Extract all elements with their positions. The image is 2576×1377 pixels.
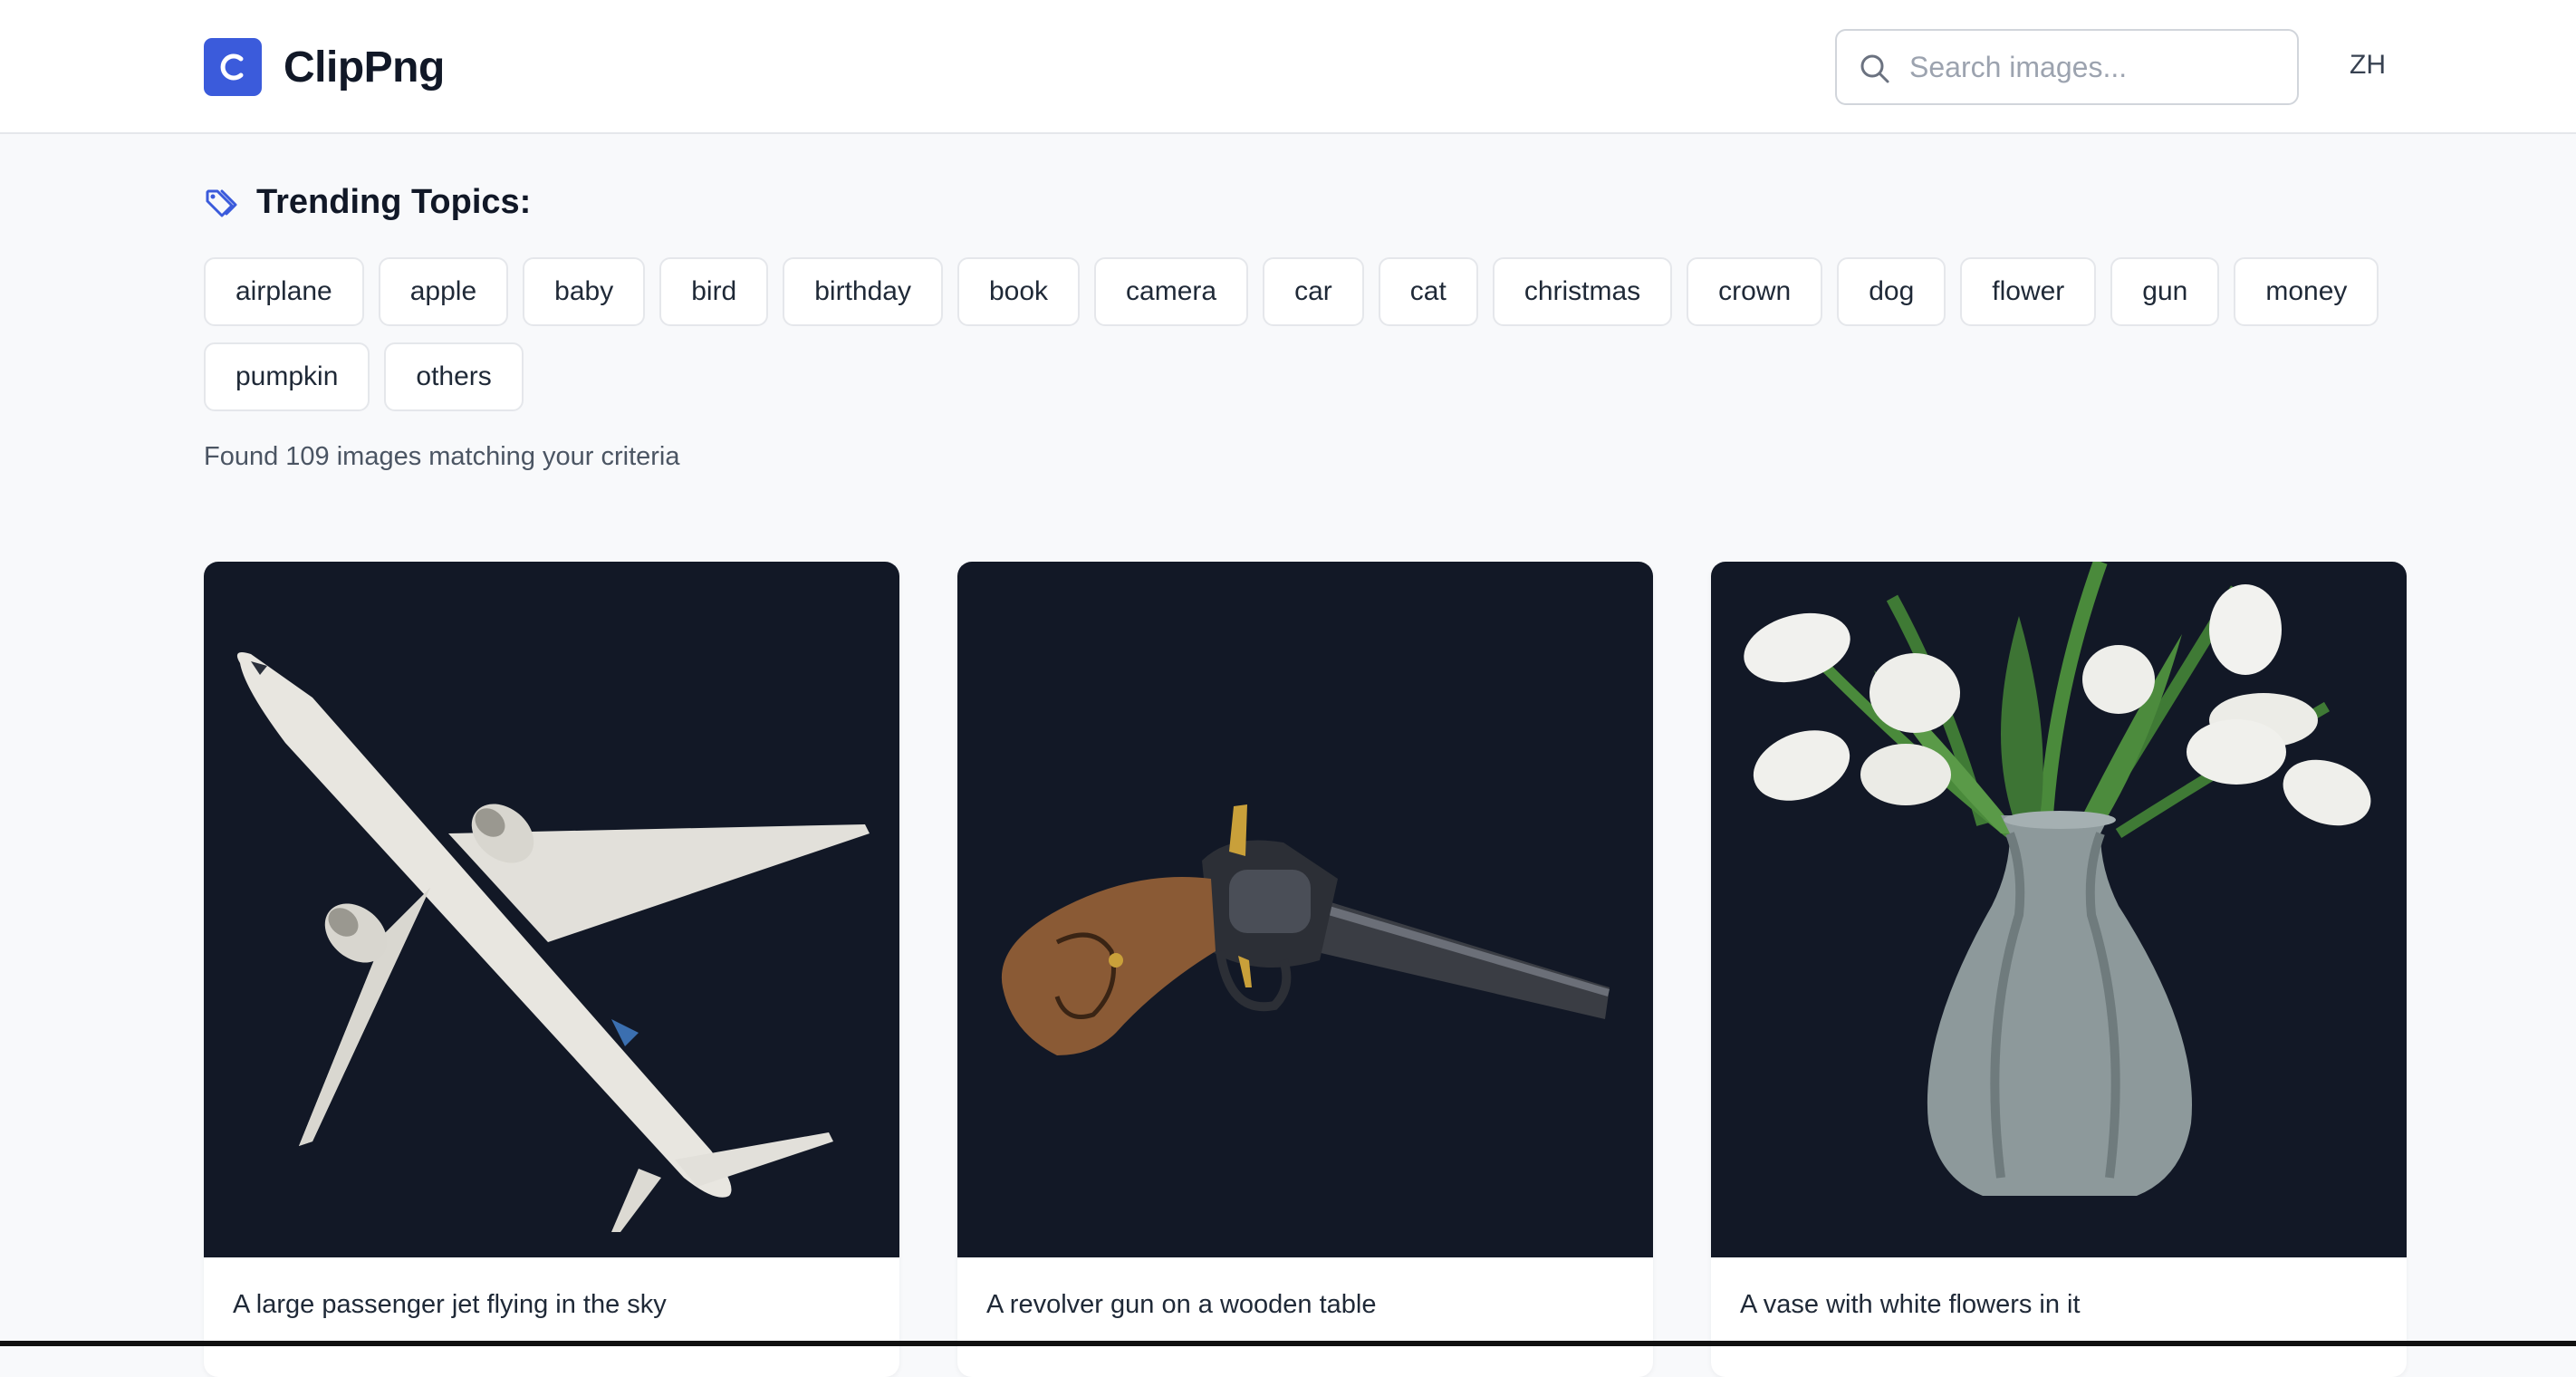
topic-chip-book[interactable]: book bbox=[956, 257, 1081, 326]
card-caption: A vase with white flowers in it bbox=[1740, 1290, 2081, 1319]
image-card[interactable]: A vase with white flowers in it bbox=[1711, 562, 2407, 1377]
image-thumbnail-airplane[interactable] bbox=[204, 562, 899, 1257]
topic-chip-camera[interactable]: camera bbox=[1094, 257, 1249, 326]
language-toggle[interactable]: ZH bbox=[2350, 50, 2386, 81]
window-bottom-edge bbox=[0, 1341, 2576, 1346]
image-thumbnail-revolver[interactable] bbox=[957, 562, 1653, 1257]
image-thumbnail-tulip-vase[interactable] bbox=[1711, 562, 2407, 1257]
topic-chip-cat[interactable]: cat bbox=[1378, 257, 1478, 326]
topic-chip-birthday[interactable]: birthday bbox=[783, 257, 943, 326]
topic-chip-car[interactable]: car bbox=[1263, 257, 1364, 326]
topic-chip-apple[interactable]: apple bbox=[378, 257, 509, 326]
topic-chip-bird[interactable]: bird bbox=[659, 257, 769, 326]
topic-chip-flower[interactable]: flower bbox=[1960, 257, 2097, 326]
logo[interactable]: ClipPng bbox=[204, 38, 445, 96]
topic-chip-others[interactable]: others bbox=[384, 342, 524, 411]
topic-list: airplane apple baby bird birthday book camera c… bbox=[204, 257, 2414, 411]
image-card[interactable]: A revolver gun on a wooden table bbox=[957, 562, 1653, 1377]
tag-icon bbox=[206, 189, 237, 217]
topic-chip-pumpkin[interactable]: pumpkin bbox=[204, 342, 370, 411]
logo-icon bbox=[204, 38, 262, 96]
topic-chip-baby[interactable]: baby bbox=[523, 257, 646, 326]
search-icon bbox=[1860, 54, 1889, 83]
topic-chip-dog[interactable]: dog bbox=[1837, 257, 1946, 326]
card-caption: A large passenger jet flying in the sky bbox=[233, 1290, 667, 1319]
search-input[interactable] bbox=[1909, 31, 2281, 103]
image-card[interactable]: A large passenger jet flying in the sky bbox=[204, 562, 899, 1377]
site-header: ClipPng ZH bbox=[0, 0, 2576, 134]
card-caption: A revolver gun on a wooden table bbox=[986, 1290, 1377, 1319]
search-box[interactable] bbox=[1835, 29, 2299, 105]
topic-chip-gun[interactable]: gun bbox=[2110, 257, 2220, 326]
topic-chip-airplane[interactable]: airplane bbox=[204, 257, 364, 326]
topic-chip-money[interactable]: money bbox=[2234, 257, 2379, 326]
trending-heading: Trending Topics: bbox=[204, 183, 531, 222]
result-count: Found 109 images matching your criteria bbox=[204, 442, 680, 471]
app-name: ClipPng bbox=[284, 43, 445, 91]
trending-title: Trending Topics: bbox=[256, 183, 532, 221]
topic-chip-christmas[interactable]: christmas bbox=[1492, 257, 1673, 326]
topic-chip-crown[interactable]: crown bbox=[1687, 257, 1823, 326]
